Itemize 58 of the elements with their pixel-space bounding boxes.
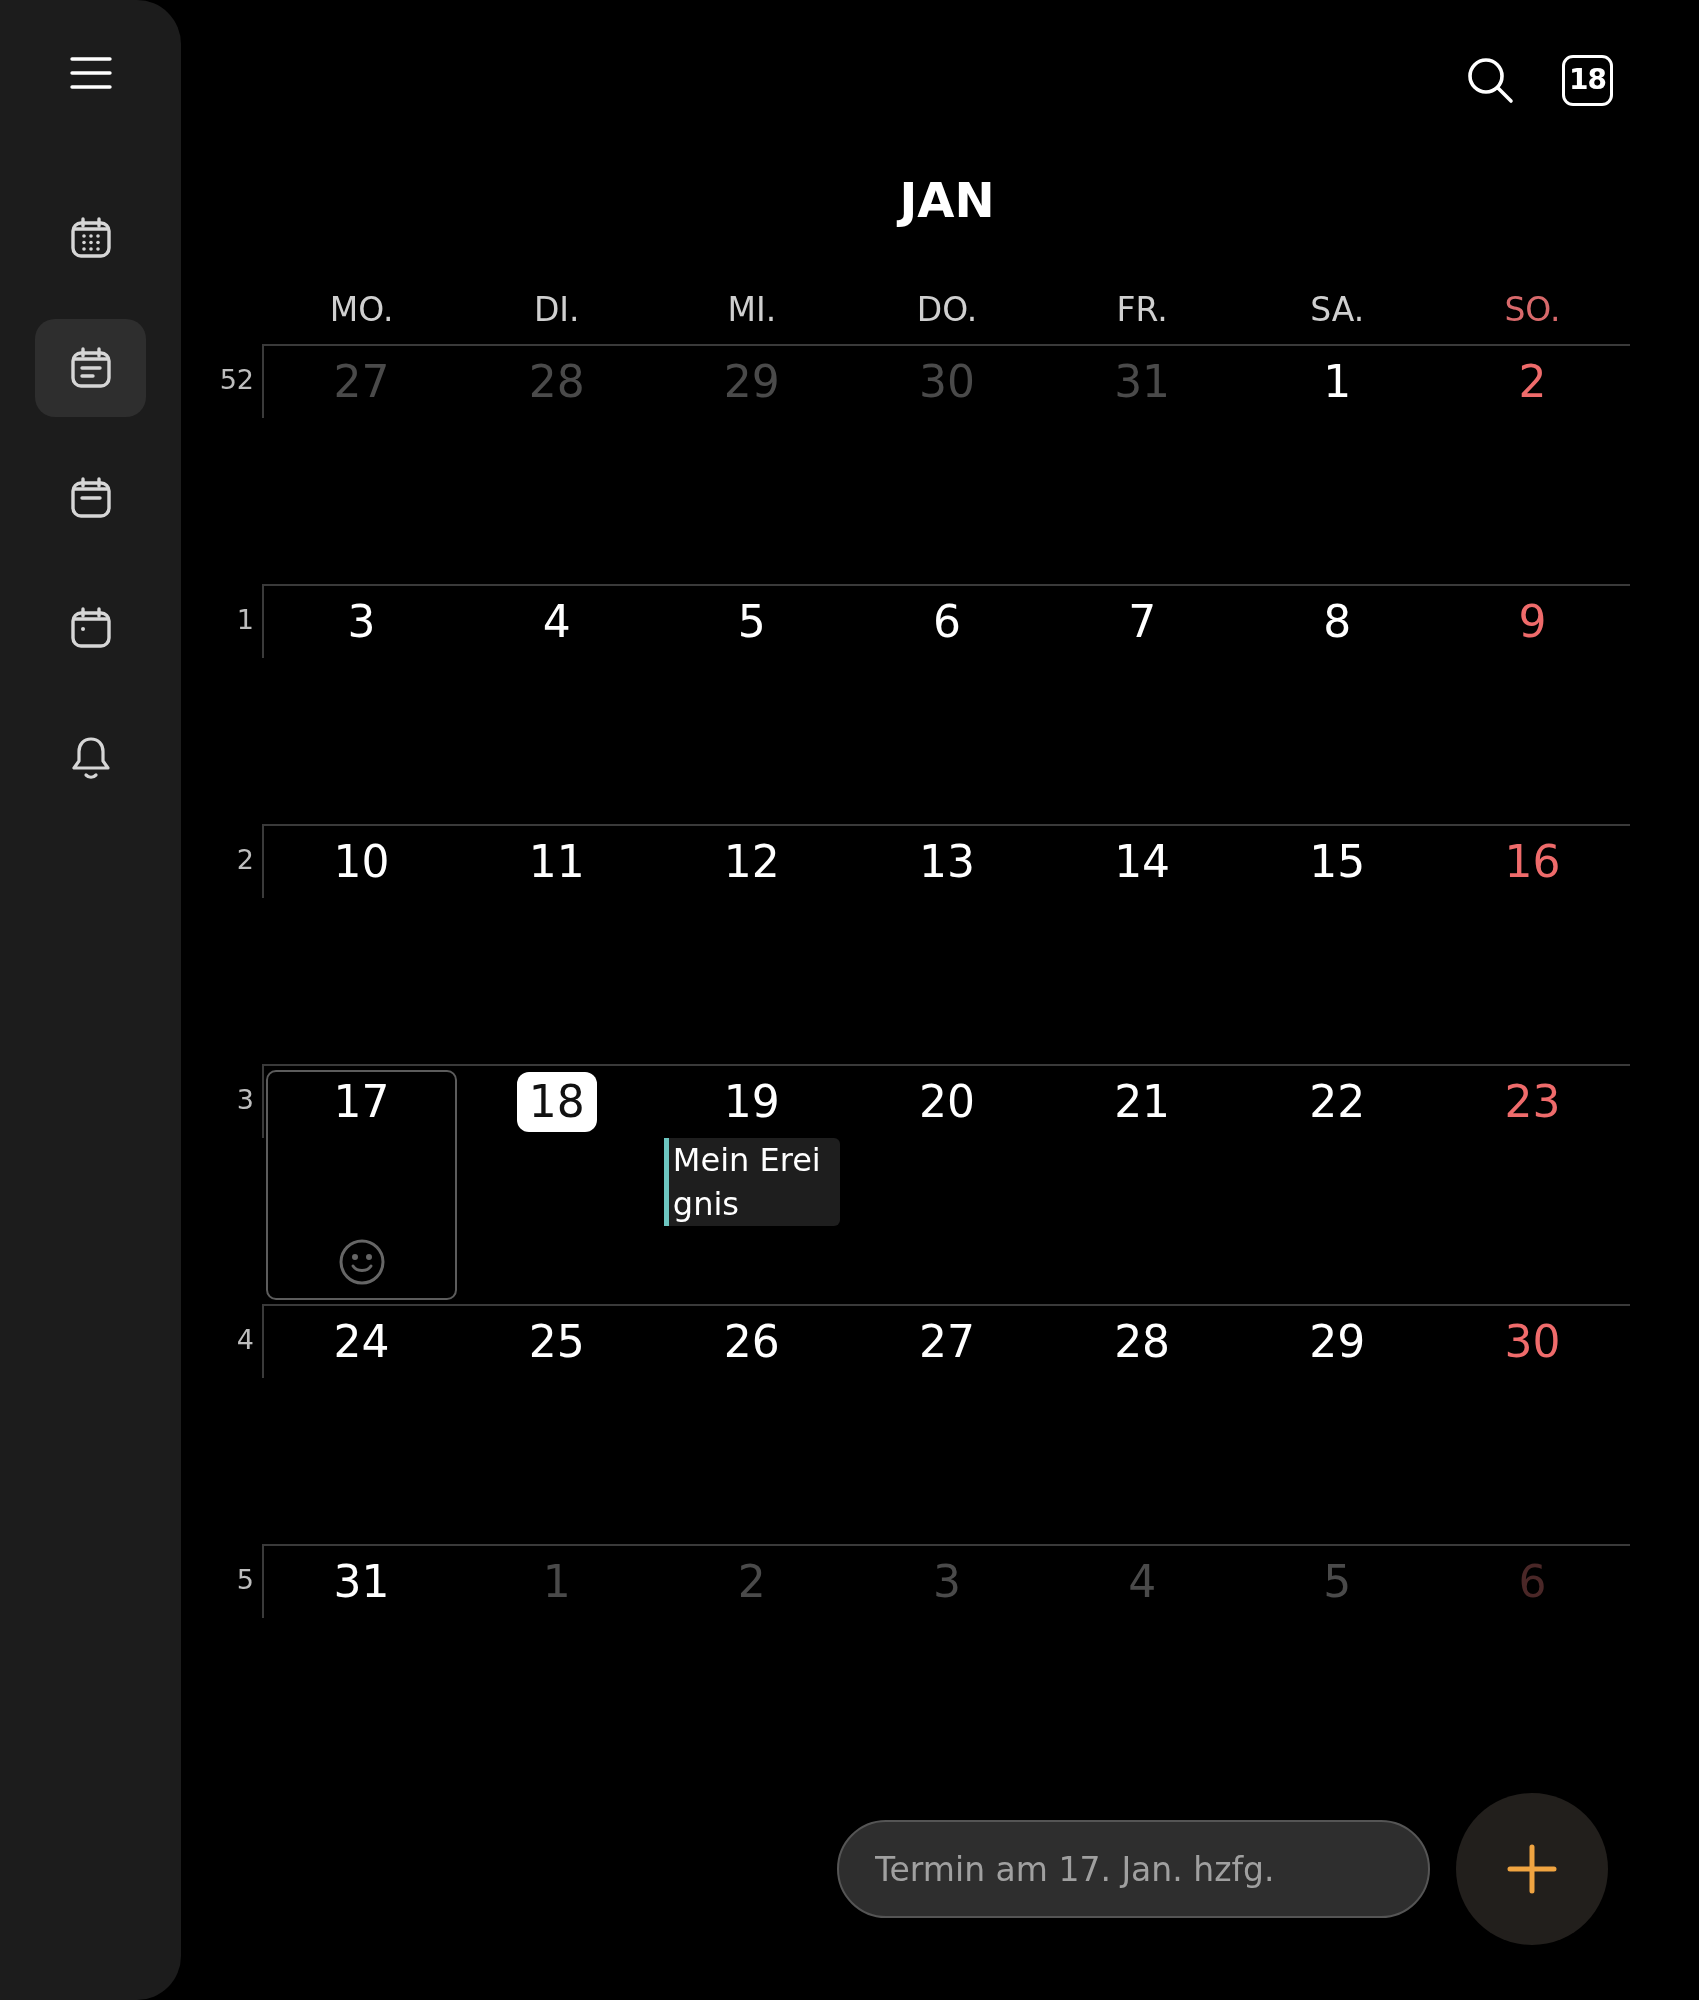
week-number: 5: [236, 1564, 254, 1595]
day-number[interactable]: 9: [1506, 592, 1559, 652]
day-number[interactable]: 14: [1102, 832, 1183, 892]
day-number[interactable]: 21: [1102, 1072, 1183, 1132]
day-number[interactable]: 17: [321, 1072, 402, 1132]
plus-icon: [1507, 1844, 1557, 1894]
sidebar-item[interactable]: [35, 319, 146, 417]
today-button[interactable]: 18: [1562, 54, 1613, 106]
week-number: 2: [236, 844, 254, 875]
day-number[interactable]: 7: [1116, 592, 1169, 652]
day-number[interactable]: 15: [1297, 832, 1378, 892]
calendar-icon: [68, 476, 113, 520]
day-number[interactable]: 5: [725, 592, 778, 652]
quick-add-field[interactable]: Termin am 17. Jan. hzfg.: [837, 1820, 1430, 1918]
day-number[interactable]: 30: [1492, 1312, 1573, 1372]
calendar-icon: [68, 606, 113, 650]
weekday-label: DO.: [915, 289, 979, 332]
day-number[interactable]: 28: [1102, 1312, 1183, 1372]
day-number[interactable]: 23: [1492, 1072, 1573, 1132]
calendar-grid-icon: [68, 216, 113, 260]
day-number[interactable]: 22: [1297, 1072, 1378, 1132]
day-number[interactable]: 19: [711, 1072, 792, 1132]
day-number[interactable]: 1: [1311, 352, 1364, 412]
day-number[interactable]: 2: [1506, 352, 1559, 412]
day-number[interactable]: 12: [711, 832, 792, 892]
week-number: 4: [236, 1324, 254, 1355]
day-number[interactable]: 31: [321, 1552, 402, 1612]
day-number[interactable]: 16: [1492, 832, 1573, 892]
day-number[interactable]: 11: [516, 832, 597, 892]
event-chip[interactable]: Mein Ereignis: [663, 1138, 840, 1226]
today-date[interactable]: 18: [516, 1072, 597, 1132]
search-icon: [1466, 56, 1514, 104]
weekday-label: MO.: [328, 289, 395, 332]
selected-day-cell[interactable]: 17: [266, 1070, 458, 1300]
day-number[interactable]: 20: [907, 1072, 987, 1132]
day-number[interactable]: 4: [530, 592, 583, 652]
weekday-label: MI.: [726, 289, 778, 332]
day-number[interactable]: 8: [1311, 592, 1364, 652]
week-number: 3: [236, 1084, 254, 1115]
day-number[interactable]: 3: [335, 592, 388, 652]
calendar-lines-icon: [68, 346, 113, 390]
menu-icon: [69, 56, 112, 90]
day-number[interactable]: 10: [321, 832, 402, 892]
weekday-label: DI.: [532, 289, 581, 332]
week-number: 52: [219, 364, 254, 395]
day-number[interactable]: 29: [1297, 1312, 1378, 1372]
day-number[interactable]: 27: [907, 1312, 987, 1372]
day-number[interactable]: 24: [321, 1312, 402, 1372]
weekday-label: SO.: [1503, 289, 1562, 332]
day-number[interactable]: 25: [516, 1312, 597, 1372]
weekday-label: SA.: [1309, 289, 1366, 332]
day-number[interactable]: 6: [921, 592, 973, 652]
day-number[interactable]: 13: [907, 832, 987, 892]
search-button[interactable]: [1466, 56, 1514, 104]
smiley-icon[interactable]: [337, 1238, 386, 1286]
weekday-label: FR.: [1115, 289, 1169, 332]
week-number: 1: [236, 604, 254, 635]
day-number[interactable]: 26: [711, 1312, 792, 1372]
